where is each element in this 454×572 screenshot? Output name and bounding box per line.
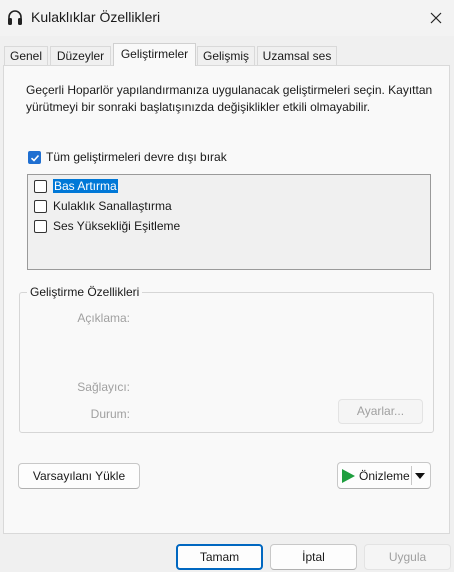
- checkmark-icon: [30, 154, 39, 162]
- close-button[interactable]: [418, 2, 454, 34]
- enhancement-checkbox[interactable]: [34, 219, 47, 233]
- enhancements-list[interactable]: Bas Artırma Kulaklık Sanallaştırma Ses Y…: [27, 174, 431, 270]
- provider-label: Sağlayıcı:: [77, 380, 130, 394]
- tab-general[interactable]: Genel: [4, 46, 48, 65]
- enhancement-checkbox[interactable]: [34, 199, 47, 213]
- enhancement-checkbox[interactable]: [34, 179, 47, 193]
- list-item[interactable]: Kulaklık Sanallaştırma: [34, 197, 172, 215]
- disable-all-label[interactable]: Tüm geliştirmeleri devre dışı bırak: [46, 150, 227, 164]
- tab-levels[interactable]: Düzeyler: [50, 46, 111, 65]
- description-label: Açıklama:: [77, 311, 130, 325]
- enhancement-label: Ses Yüksekliği Eşitleme: [53, 219, 181, 233]
- list-item[interactable]: Bas Artırma: [34, 177, 118, 195]
- tab-spatial-sound[interactable]: Uzamsal ses: [257, 46, 337, 65]
- preview-label: Önizleme: [359, 468, 410, 483]
- preview-divider: [410, 466, 412, 485]
- settings-button[interactable]: Ayarlar...: [338, 399, 423, 424]
- close-icon: [430, 12, 442, 24]
- properties-legend: Geliştirme Özellikleri: [27, 285, 143, 299]
- tab-advanced[interactable]: Gelişmiş: [197, 46, 255, 65]
- ok-button[interactable]: Tamam: [176, 544, 263, 570]
- caret-down-icon[interactable]: [413, 469, 427, 483]
- preview-button[interactable]: Önizleme: [337, 462, 431, 489]
- play-icon: [342, 468, 355, 483]
- disable-all-checkbox[interactable]: [28, 151, 41, 164]
- enhancement-label: Kulaklık Sanallaştırma: [53, 199, 172, 213]
- apply-button[interactable]: Uygula: [364, 544, 451, 570]
- restore-defaults-button[interactable]: Varsayılanı Yükle: [18, 463, 140, 489]
- tab-enhancements[interactable]: Geliştirmeler: [113, 43, 196, 66]
- cancel-button[interactable]: İptal: [270, 544, 357, 570]
- headphones-icon: [7, 9, 23, 27]
- window-title: Kulaklıklar Özellikleri: [31, 9, 161, 25]
- list-item[interactable]: Ses Yüksekliği Eşitleme: [34, 217, 180, 235]
- enhancement-label: Bas Artırma: [53, 179, 118, 193]
- status-label: Durum:: [90, 407, 130, 421]
- description-text: Geçerli Hoparlör yapılandırmanıza uygula…: [26, 83, 433, 114]
